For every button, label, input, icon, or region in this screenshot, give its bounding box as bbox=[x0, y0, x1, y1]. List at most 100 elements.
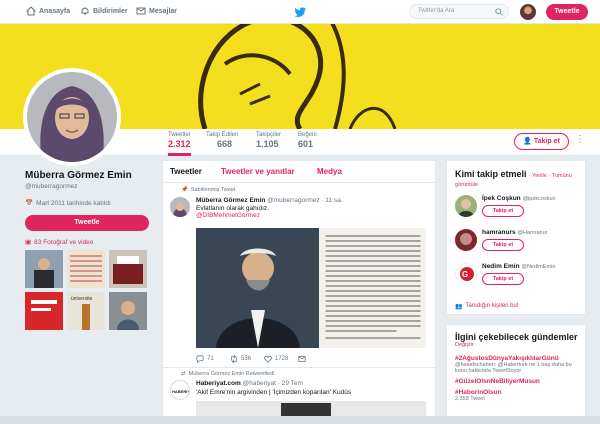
reply-count: 71 bbox=[207, 356, 214, 362]
tweet-item[interactable]: 📌 Sabitlenmiş Tweet Müberra Görmez Emin … bbox=[163, 183, 435, 368]
media-thumbnail[interactable] bbox=[109, 292, 147, 330]
tweet-avatar[interactable]: HABERİYAT bbox=[170, 380, 190, 400]
nav-home[interactable]: Anasayfa bbox=[26, 6, 70, 16]
suggested-user-avatar-image: G bbox=[460, 267, 474, 281]
follow-button[interactable]: 👤 Takip et bbox=[514, 133, 569, 150]
nav-notifications[interactable]: Bildirimler bbox=[80, 6, 128, 16]
message-action[interactable] bbox=[298, 355, 332, 363]
media-thumbnail[interactable] bbox=[25, 292, 63, 330]
media-thumbnail[interactable]: üniversite bbox=[67, 292, 105, 330]
retweet-action[interactable]: 536 bbox=[230, 355, 264, 363]
stat-tweets-value: 2.312 bbox=[168, 139, 191, 149]
suggested-user-avatar-image bbox=[455, 229, 477, 251]
trend-tag[interactable]: #2AğustosDünyaYakışıklılarGünü bbox=[455, 355, 583, 362]
tweet-author-handle: @muberragormez · 11 sa. bbox=[267, 197, 343, 204]
suggested-user-name[interactable]: hamranurs bbox=[482, 229, 516, 236]
suggested-follow-button[interactable]: Takip et bbox=[482, 239, 524, 251]
profile-joined: 📅 Mart 2011 tarihinde katıldı bbox=[25, 199, 155, 208]
trends-list: #2AğustosDünyaYakışıklılarGünü @hasafsch… bbox=[455, 355, 583, 406]
thumbnail-image: üniversite bbox=[67, 292, 105, 330]
suggested-user-handle: @NedimEmin bbox=[521, 264, 556, 270]
trends-change-link[interactable]: Değiştir bbox=[455, 342, 583, 348]
suggested-user-info: İpek Coşkun @ipekcoskun bbox=[482, 195, 556, 202]
suggested-user-name[interactable]: Nedim Emin bbox=[482, 263, 520, 270]
retweet-small-icon: ⇄ bbox=[181, 371, 186, 377]
stat-followers-value: 1.105 bbox=[256, 139, 279, 149]
trend-item[interactable]: #HaborinOlsun 2.358 Tweet bbox=[455, 389, 583, 402]
stat-following-label: Takip Edilen bbox=[206, 132, 239, 138]
photos-videos-link[interactable]: ▣ 83 Fotoğraf ve video bbox=[25, 238, 155, 247]
find-friends-link[interactable]: 👥 Tanıdığın kişileri bul bbox=[455, 303, 518, 310]
trend-item[interactable]: #GüzelOlsnNeBiliyerMusun bbox=[455, 378, 583, 385]
stat-following[interactable]: Takip Edilen 668 bbox=[206, 132, 238, 149]
search-icon[interactable] bbox=[495, 8, 503, 16]
more-options-icon[interactable]: ⋮ bbox=[575, 134, 585, 145]
tweet-avatar[interactable] bbox=[170, 197, 190, 217]
bottom-status-strip bbox=[0, 416, 600, 424]
stat-tweets-label: Tweetler bbox=[168, 132, 191, 138]
like-action[interactable]: 1728 bbox=[264, 355, 298, 363]
suggested-user-name[interactable]: İpek Coşkun bbox=[482, 195, 521, 202]
tab-media[interactable]: Medya bbox=[317, 167, 342, 176]
media-thumbnail[interactable] bbox=[25, 250, 63, 288]
trend-item[interactable]: #2AğustosDünyaYakışıklılarGünü @hasafsch… bbox=[455, 355, 583, 374]
profile-handle[interactable]: @muberragormez bbox=[25, 183, 155, 190]
media-thumbnails: üniversite bbox=[25, 250, 155, 330]
tweet-to-button[interactable]: Tweetle bbox=[25, 215, 149, 231]
like-count: 1728 bbox=[275, 356, 289, 362]
trend-tag[interactable]: #HaborinOlsun bbox=[455, 389, 583, 396]
media-thumbnail[interactable] bbox=[109, 250, 147, 288]
tweet-author-name[interactable]: Haberiyat.com bbox=[196, 380, 241, 387]
suggested-user[interactable]: hamranurs @Hamranur Takip et bbox=[455, 229, 547, 251]
retweet-icon bbox=[231, 355, 237, 363]
retweet-context-label: Müberra Görmez Emin Retweetledi bbox=[188, 371, 275, 377]
stat-tweets[interactable]: Tweetler 2.312 bbox=[168, 132, 191, 156]
account-avatar[interactable] bbox=[520, 4, 536, 20]
reply-action[interactable]: 71 bbox=[196, 355, 230, 363]
suggested-user-avatar[interactable] bbox=[455, 195, 477, 217]
trends-title: İlgini çekebilecek gündemler bbox=[455, 332, 578, 342]
home-icon bbox=[26, 6, 36, 16]
compose-tweet-button[interactable]: Tweetle bbox=[546, 4, 588, 20]
find-friends-label: Tanıdığın kişileri bul bbox=[465, 303, 519, 309]
stat-likes-value: 601 bbox=[298, 139, 314, 149]
profile-avatar[interactable] bbox=[23, 68, 121, 166]
tab-tweets-replies[interactable]: Tweetler ve yanıtlar bbox=[221, 167, 295, 176]
calendar-icon: 📅 bbox=[25, 200, 34, 207]
tweet-author-name[interactable]: Müberra Görmez Emin bbox=[196, 197, 265, 204]
suggested-user-handle: @ipekcoskun bbox=[522, 196, 556, 202]
stat-likes[interactable]: Beğeni 601 bbox=[298, 132, 317, 149]
profile-name: Müberra Görmez Emin bbox=[25, 170, 132, 181]
stat-followers[interactable]: Takipçiler 1.105 bbox=[256, 132, 281, 149]
image-icon: ▣ bbox=[25, 239, 32, 246]
suggested-user-avatar[interactable]: G bbox=[455, 263, 477, 285]
follow-person-icon: 👤 bbox=[523, 138, 532, 145]
tweet-image[interactable] bbox=[196, 228, 426, 348]
suggested-user[interactable]: İpek Coşkun @ipekcoskun Takip et bbox=[455, 195, 556, 217]
top-nav-bar: Anasayfa Bildirimler Mesajlar Twitter'da… bbox=[0, 0, 600, 24]
suggested-user-avatar[interactable] bbox=[455, 229, 477, 251]
thumbnail-image bbox=[109, 292, 147, 330]
envelope-icon bbox=[136, 7, 146, 15]
search-input[interactable]: Twitter'da Ara bbox=[409, 4, 509, 19]
suggested-follow-button[interactable]: Takip et bbox=[482, 273, 524, 285]
tweet-image-graphic bbox=[196, 228, 426, 348]
nav-messages[interactable]: Mesajlar bbox=[136, 6, 177, 16]
timeline-tabs: Tweetler Tweetler ve yanıtlar Medya bbox=[163, 161, 435, 183]
tweet-header: Haberiyat.com @haberiyat · 29 Tem bbox=[196, 380, 303, 387]
bell-icon bbox=[81, 7, 89, 15]
stat-followers-label: Takipçiler bbox=[256, 132, 282, 138]
tweet-text: Evlatlanın olarak gahıdız. @DİBMehmetGor… bbox=[196, 205, 426, 219]
twitter-bird-icon[interactable] bbox=[293, 5, 307, 19]
tab-tweets[interactable]: Tweetler bbox=[170, 167, 202, 176]
suggested-user[interactable]: G Nedim Emin @NedimEmin Takip et bbox=[455, 263, 555, 285]
media-thumbnail[interactable] bbox=[67, 250, 105, 288]
envelope-icon bbox=[298, 356, 306, 362]
svg-text:HABERİYAT: HABERİYAT bbox=[172, 389, 190, 394]
tweet-mention[interactable]: @DİBMehmetGormez bbox=[196, 212, 426, 219]
follow-button-label: Takip et bbox=[533, 138, 560, 145]
reply-icon bbox=[196, 355, 204, 363]
nav-notifications-label: Bildirimler bbox=[93, 7, 128, 15]
suggested-follow-button[interactable]: Takip et bbox=[482, 205, 524, 217]
trend-tag[interactable]: #GüzelOlsnNeBiliyerMusun bbox=[455, 378, 583, 385]
